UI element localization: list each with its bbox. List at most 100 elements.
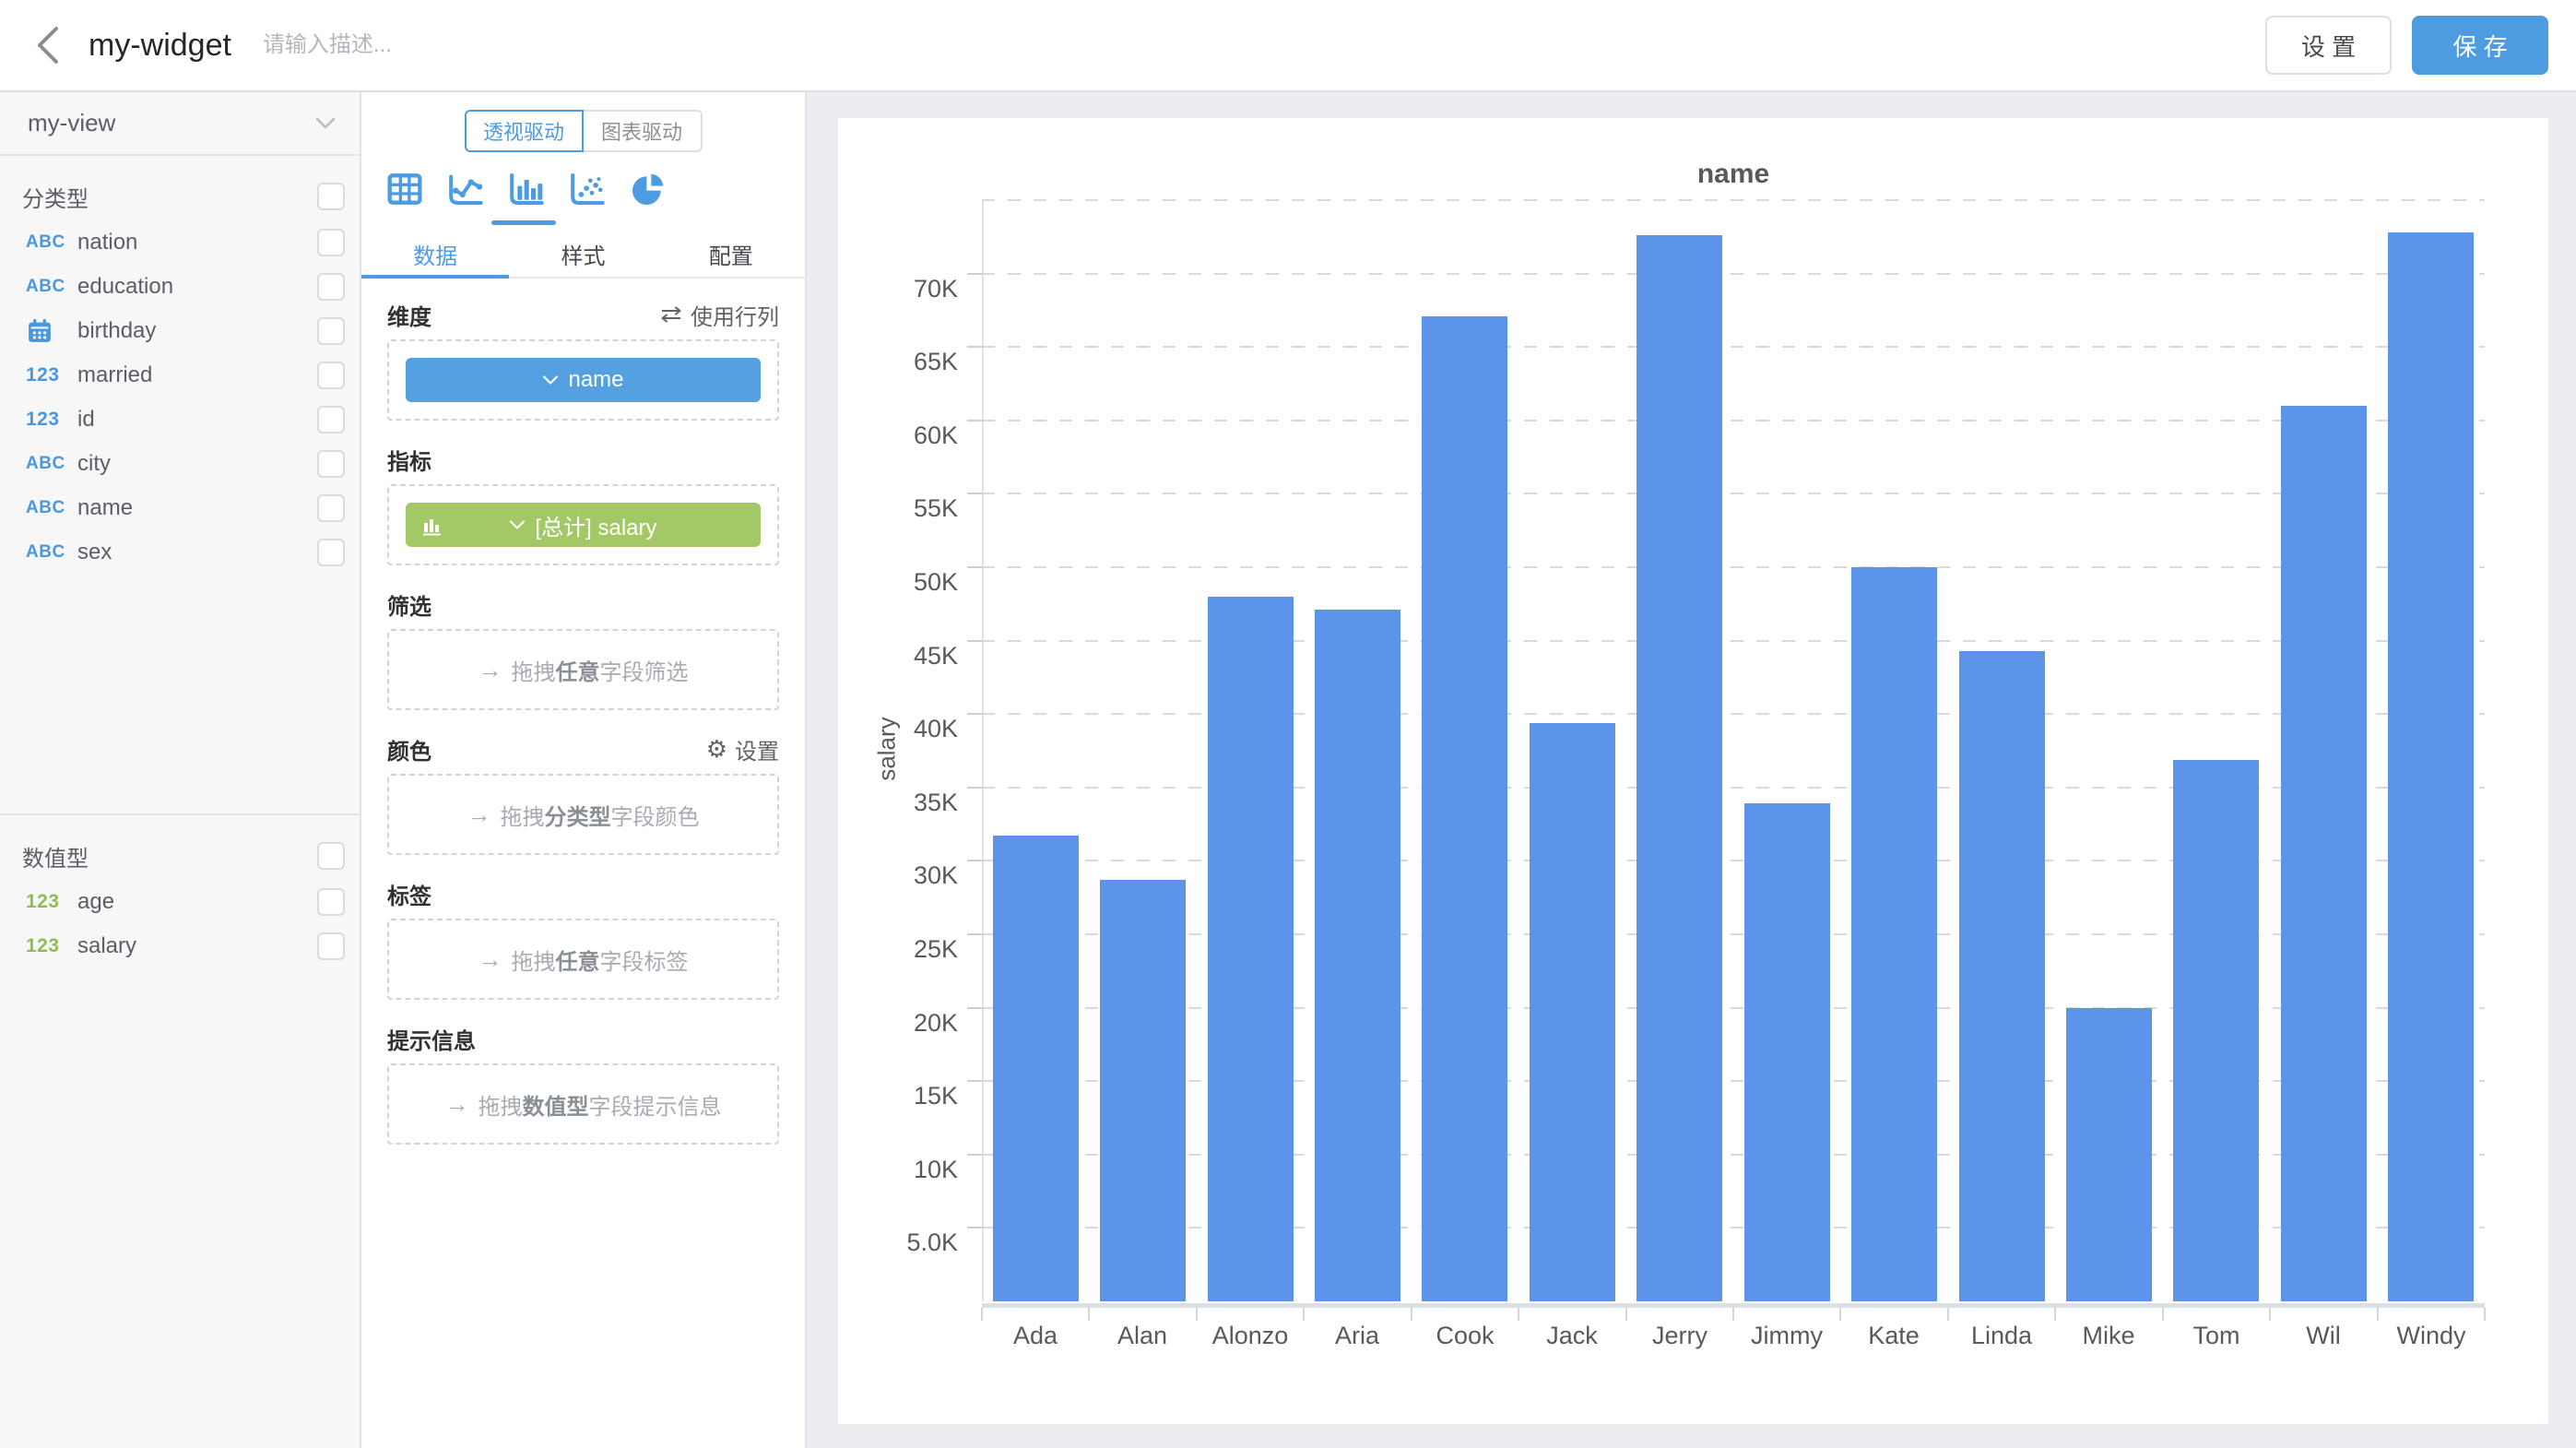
color-dropzone[interactable]: →拖拽分类型字段颜色 bbox=[387, 774, 779, 855]
field-row-salary[interactable]: 123salary bbox=[0, 924, 360, 968]
bar-Jerry[interactable] bbox=[1637, 235, 1722, 1301]
dimension-label: 维度 bbox=[387, 299, 431, 331]
metric-pill-salary[interactable]: [总计] salary bbox=[406, 503, 761, 547]
chart-type-scatter[interactable] bbox=[566, 169, 609, 209]
field-checkbox[interactable] bbox=[317, 273, 345, 301]
bar-Alonzo[interactable] bbox=[1208, 597, 1294, 1301]
text-field-icon: ABC bbox=[26, 542, 77, 563]
field-checkbox[interactable] bbox=[317, 888, 345, 916]
field-row-nation[interactable]: ABCnation bbox=[0, 220, 360, 265]
use-rows-cols-link[interactable]: 使用行列 bbox=[659, 299, 779, 331]
x-tick-label: Jimmy bbox=[1733, 1322, 1840, 1349]
chevron-down-icon bbox=[315, 117, 336, 130]
table-icon bbox=[386, 171, 423, 208]
field-row-city[interactable]: ABCcity bbox=[0, 442, 360, 486]
x-axis-tick bbox=[1947, 1308, 1949, 1321]
tab-data[interactable]: 数据 bbox=[361, 238, 509, 277]
bar-Cook[interactable] bbox=[1422, 316, 1507, 1301]
chart-type-line[interactable] bbox=[444, 169, 487, 209]
save-button[interactable]: 保 存 bbox=[2412, 16, 2548, 75]
field-checkbox[interactable] bbox=[317, 406, 345, 433]
chart-type-table[interactable] bbox=[384, 169, 426, 209]
bar-Windy[interactable] bbox=[2388, 232, 2474, 1301]
x-tick-label: Wil bbox=[2270, 1322, 2377, 1349]
field-group: 分类型ABCnationABCeducationbirthday123marri… bbox=[0, 156, 360, 815]
bar-Jimmy[interactable] bbox=[1744, 803, 1830, 1301]
back-button[interactable] bbox=[20, 18, 76, 73]
x-axis-tick bbox=[2162, 1308, 2164, 1321]
x-axis-tick bbox=[1303, 1308, 1305, 1321]
bar-Wil[interactable] bbox=[2281, 406, 2367, 1301]
metric-pill-label: [总计] salary bbox=[535, 509, 656, 541]
view-name: my-view bbox=[28, 109, 315, 137]
bar-Ada[interactable] bbox=[993, 836, 1079, 1301]
settings-button[interactable]: 设 置 bbox=[2265, 16, 2392, 75]
y-axis-tick bbox=[967, 566, 982, 568]
y-axis-tick bbox=[967, 1080, 982, 1082]
mode-pivot-driven[interactable]: 透视驱动 bbox=[465, 110, 584, 152]
field-row-name[interactable]: ABCname bbox=[0, 486, 360, 530]
bar-Alan[interactable] bbox=[1100, 880, 1186, 1301]
field-checkbox[interactable] bbox=[317, 932, 345, 960]
field-row-age[interactable]: 123age bbox=[0, 880, 360, 924]
y-axis-tick bbox=[967, 933, 982, 935]
field-row-sex[interactable]: ABCsex bbox=[0, 530, 360, 575]
field-checkbox[interactable] bbox=[317, 539, 345, 566]
y-tick-label: 45K bbox=[847, 643, 958, 669]
top-bar: my-widget 设 置 保 存 bbox=[0, 0, 2576, 92]
field-row-married[interactable]: 123married bbox=[0, 353, 360, 398]
field-row-id[interactable]: 123id bbox=[0, 398, 360, 442]
tooltip-dropzone[interactable]: →拖拽数值型字段提示信息 bbox=[387, 1063, 779, 1145]
x-tick-label: Aria bbox=[1304, 1322, 1411, 1349]
metric-dropzone[interactable]: [总计] salary bbox=[387, 484, 779, 565]
main-content: my-view 分类型ABCnationABCeducationbirthday… bbox=[0, 92, 2576, 1448]
field-checkbox[interactable] bbox=[317, 317, 345, 345]
chart-type-bar[interactable] bbox=[505, 169, 548, 209]
x-axis-tick bbox=[2484, 1308, 2486, 1321]
plot-region: 5.0K10K15K20K25K30K35K40K45K50K55K60K65K… bbox=[982, 200, 2485, 1301]
y-axis-tick bbox=[967, 420, 982, 421]
bar-Aria[interactable] bbox=[1315, 610, 1400, 1301]
label-dropzone[interactable]: →拖拽任意字段标签 bbox=[387, 919, 779, 1000]
chart-type-pie[interactable] bbox=[627, 169, 669, 209]
tab-config[interactable]: 配置 bbox=[657, 238, 805, 277]
filter-dropzone[interactable]: →拖拽任意字段筛选 bbox=[387, 629, 779, 710]
y-tick-label: 5.0K bbox=[847, 1229, 958, 1255]
y-tick-label: 10K bbox=[847, 1157, 958, 1182]
mode-chart-driven[interactable]: 图表驱动 bbox=[584, 110, 703, 152]
field-checkbox[interactable] bbox=[317, 450, 345, 478]
y-axis-tick bbox=[967, 346, 982, 348]
bar-Linda[interactable] bbox=[1959, 651, 2045, 1301]
field-row-birthday[interactable]: birthday bbox=[0, 309, 360, 353]
tab-style[interactable]: 样式 bbox=[509, 238, 656, 277]
driver-mode-switch: 透视驱动 图表驱动 bbox=[465, 110, 703, 152]
x-tick-label: Kate bbox=[1840, 1322, 1947, 1349]
config-panel: 透视驱动 图表驱动 bbox=[361, 92, 807, 1448]
color-settings-link[interactable]: ⚙ 设置 bbox=[706, 733, 779, 766]
bar-chart-icon bbox=[508, 171, 545, 208]
description-input[interactable] bbox=[263, 32, 650, 58]
field-checkbox[interactable] bbox=[317, 494, 345, 522]
field-checkbox[interactable] bbox=[317, 229, 345, 256]
bar-Mike[interactable] bbox=[2066, 1008, 2152, 1301]
group-header: 分类型 bbox=[0, 172, 360, 220]
x-tick-label: Jack bbox=[1518, 1322, 1625, 1349]
chart-area: name salary 5.0K10K15K20K25K30K35K40K45K… bbox=[807, 92, 2576, 1448]
bar-Jack[interactable] bbox=[1530, 723, 1615, 1301]
bar-Tom[interactable] bbox=[2173, 760, 2259, 1301]
field-sidebar: my-view 分类型ABCnationABCeducationbirthday… bbox=[0, 92, 361, 1448]
y-tick-label: 30K bbox=[847, 862, 958, 888]
tooltip-label: 提示信息 bbox=[387, 1023, 476, 1055]
y-gridline bbox=[982, 566, 2485, 568]
label-section: 标签 →拖拽任意字段标签 bbox=[387, 878, 779, 1000]
field-row-education[interactable]: ABCeducation bbox=[0, 265, 360, 309]
view-selector[interactable]: my-view bbox=[0, 92, 360, 156]
field-checkbox[interactable] bbox=[317, 362, 345, 389]
group-checkbox[interactable] bbox=[317, 842, 345, 870]
y-axis-tick bbox=[967, 1227, 982, 1228]
dimension-pill-name[interactable]: name bbox=[406, 358, 761, 402]
y-axis-tick bbox=[967, 1154, 982, 1156]
group-checkbox[interactable] bbox=[317, 183, 345, 210]
bar-Kate[interactable] bbox=[1851, 567, 1937, 1301]
dimension-dropzone[interactable]: name bbox=[387, 339, 779, 421]
